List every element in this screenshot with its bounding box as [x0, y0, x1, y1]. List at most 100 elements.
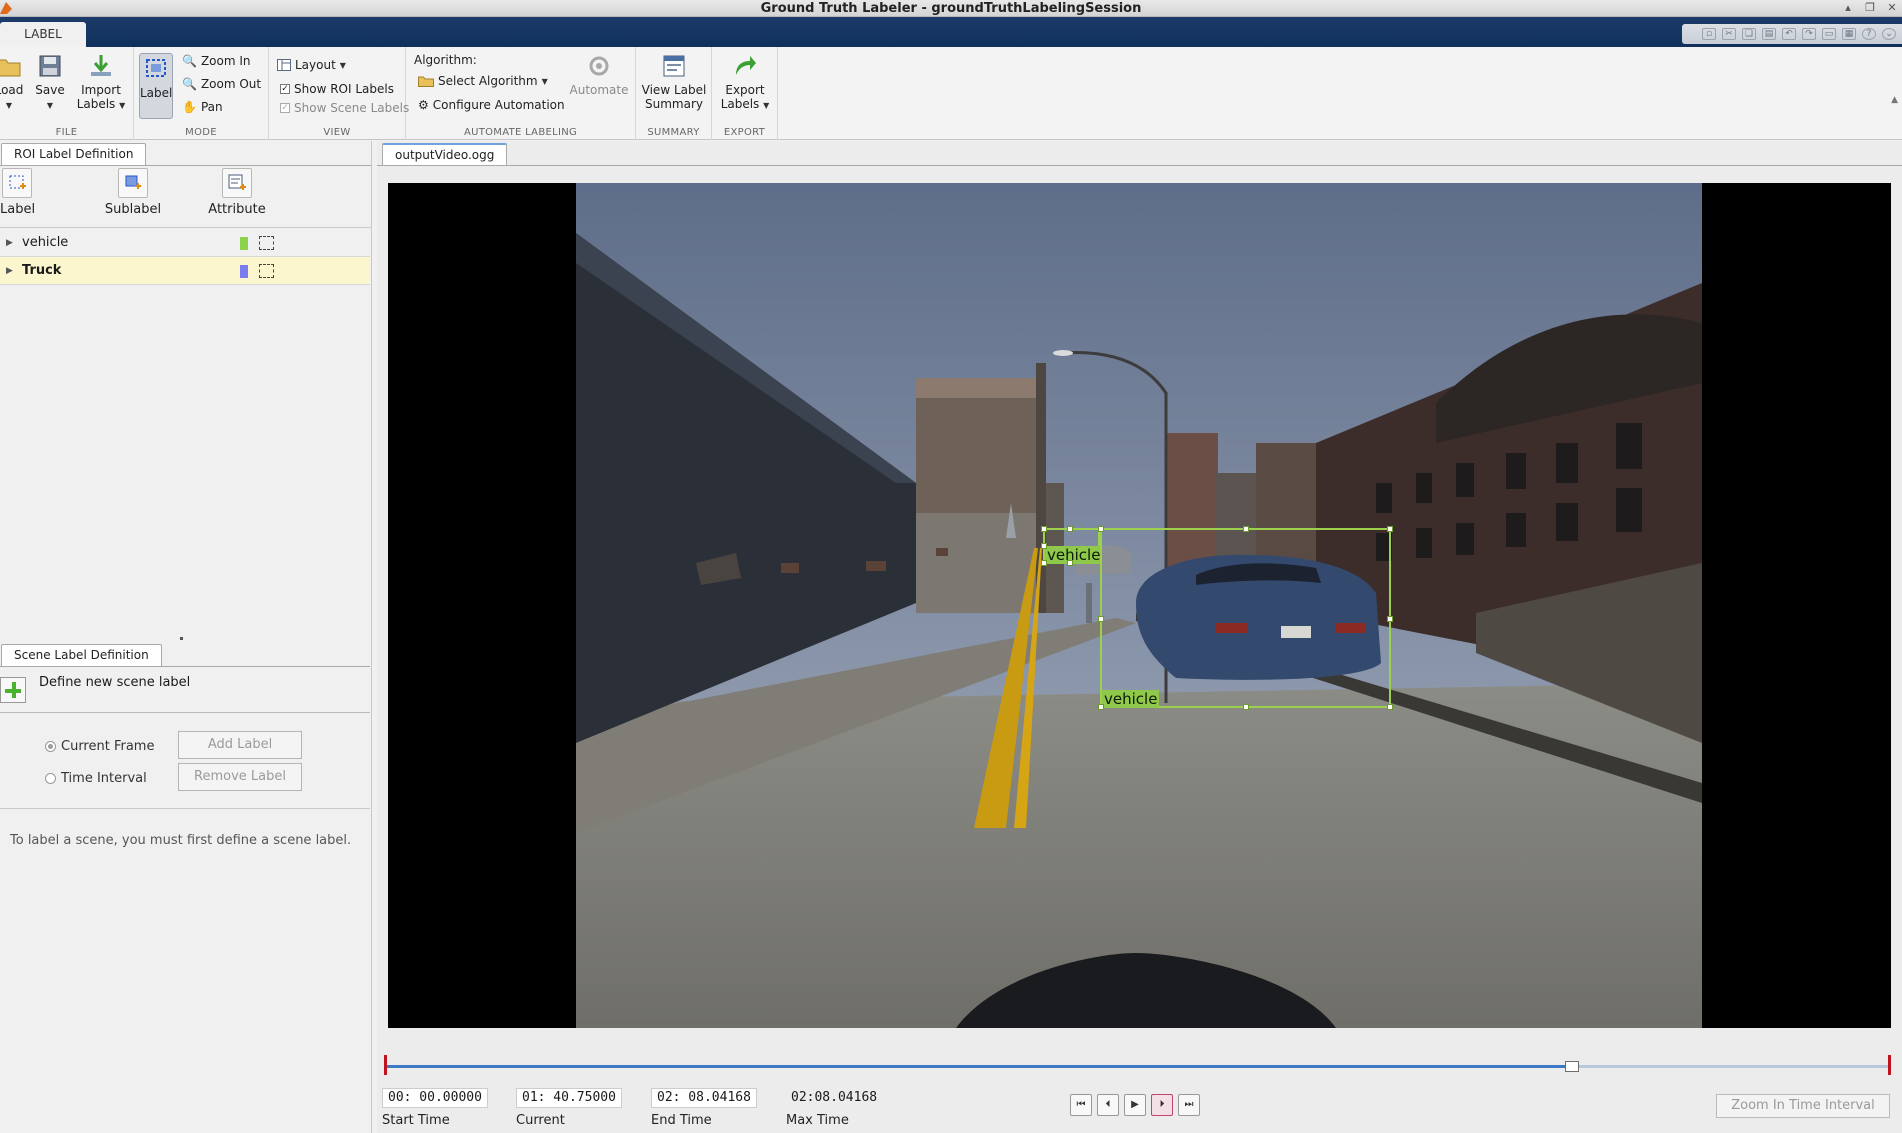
copy-icon[interactable]: ❏ — [1742, 28, 1756, 40]
import-labels-button[interactable]: Import Labels ▼ — [74, 53, 128, 113]
bounding-box-vehicle[interactable]: vehicle — [1098, 526, 1393, 710]
summary-section-title: SUMMARY — [647, 127, 700, 138]
gear-icon: ⚙ — [418, 98, 429, 112]
expand-arrow-icon[interactable]: ▶ — [6, 229, 13, 257]
resize-handle[interactable] — [1098, 526, 1104, 532]
resize-handle[interactable] — [1041, 560, 1047, 566]
restore-icon[interactable]: ❐ — [1860, 0, 1880, 16]
import-arrow-icon — [91, 55, 111, 76]
layout-label: Layout — [295, 58, 336, 72]
select-algorithm-label: Select Algorithm — [438, 74, 538, 88]
time-interval-radio: Time Interval — [45, 771, 147, 786]
last-frame-icon[interactable]: ⏭ — [1178, 1094, 1200, 1116]
export-labels-button[interactable]: Export Labels ▼ — [716, 53, 774, 113]
end-time-caption: End Time — [651, 1113, 712, 1128]
options-icon[interactable]: ⌄ — [1882, 28, 1896, 40]
roi-label-row-vehicle[interactable]: ▶ vehicle — [0, 229, 370, 257]
select-algorithm-button[interactable]: Select Algorithm ▼ — [418, 74, 548, 88]
roi-label-name: Truck — [22, 263, 62, 278]
paste-icon[interactable]: ▤ — [1762, 28, 1776, 40]
define-scene-label-row[interactable]: Define new scene label — [0, 667, 370, 713]
folder-icon — [0, 59, 21, 77]
resize-handle[interactable] — [1387, 616, 1393, 622]
label-mode-button[interactable]: Label — [139, 53, 173, 119]
summary-section: View Label Summary SUMMARY — [636, 47, 712, 140]
undo-icon[interactable]: ↶ — [1782, 28, 1796, 40]
add-label-button[interactable]: Label — [0, 168, 36, 217]
export-labels-line2: Labels — [720, 97, 760, 111]
resize-handle[interactable] — [1067, 526, 1073, 532]
zoom-in-label: Zoom In — [200, 54, 251, 68]
add-attribute-button[interactable]: Attribute — [205, 168, 269, 217]
cut-icon[interactable]: ✂ — [1722, 28, 1736, 40]
first-frame-icon[interactable]: ⏮ — [1070, 1094, 1092, 1116]
add-sublabel-button[interactable]: Sublabel — [101, 168, 165, 217]
load-label: Load — [0, 83, 24, 97]
quick-access-toolbar: ▫ ✂ ❏ ▤ ↶ ↷ ▭ ▦ ? ⌄ — [1682, 24, 1902, 44]
scene-label-definition-tab[interactable]: Scene Label Definition — [1, 644, 162, 666]
video-tab[interactable]: outputVideo.ogg — [382, 143, 508, 165]
resize-handle[interactable] — [1387, 526, 1393, 532]
resize-handle[interactable] — [1098, 616, 1104, 622]
bounding-box-label: vehicle — [1102, 690, 1160, 708]
save-icon[interactable]: ▫ — [1702, 28, 1716, 40]
load-button[interactable]: Load ▼ — [0, 53, 26, 113]
resize-handle[interactable] — [1041, 543, 1047, 549]
add-sublabel-icon — [118, 168, 148, 198]
resize-handle[interactable] — [1067, 560, 1073, 566]
minimize-icon[interactable]: ▴ — [1838, 0, 1858, 16]
label-tool-label: Label — [0, 202, 36, 217]
chevron-down-icon: ▼ — [119, 101, 126, 110]
resize-handle[interactable] — [1243, 526, 1249, 532]
zoom-in-button[interactable]: 🔍 Zoom In — [182, 54, 251, 68]
redo-icon[interactable]: ↷ — [1802, 28, 1816, 40]
timeline-slider[interactable] — [384, 1055, 1891, 1075]
expand-arrow-icon[interactable]: ▶ — [6, 257, 13, 285]
video-frame[interactable]: vehicle vehicle — [388, 183, 1891, 1028]
next-frame-icon[interactable]: ⏵ — [1151, 1094, 1173, 1116]
start-time-input[interactable]: 00: 00.00000 — [382, 1088, 488, 1108]
previous-frame-icon[interactable]: ⏴ — [1097, 1094, 1119, 1116]
roi-label-definition-tab[interactable]: ROI Label Definition — [1, 143, 147, 165]
tab-label[interactable]: LABEL — [0, 22, 86, 47]
end-time-marker[interactable] — [1888, 1055, 1891, 1075]
plus-icon[interactable] — [0, 677, 26, 703]
show-roi-labels-checkbox[interactable]: ✓ Show ROI Labels — [280, 82, 394, 96]
zoom-out-button[interactable]: 🔍 Zoom Out — [182, 77, 261, 91]
view-label-summary-button[interactable]: View Label Summary — [640, 53, 708, 111]
layout-button[interactable]: Layout ▼ — [277, 58, 346, 72]
remove-label-button: Remove Label — [178, 763, 302, 791]
collapse-toolstrip-icon[interactable]: ▲ — [1891, 95, 1898, 105]
bounding-box-small-vehicle[interactable]: vehicle — [1041, 526, 1103, 566]
configure-automation-button[interactable]: ⚙ Configure Automation — [418, 98, 565, 112]
current-time-thumb[interactable] — [1565, 1061, 1580, 1072]
resize-handle[interactable] — [1387, 704, 1393, 710]
end-time-input[interactable]: 02: 08.04168 — [651, 1088, 757, 1108]
show-scene-labels-checkbox: ✓ Show Scene Labels — [280, 101, 409, 115]
roi-label-row-truck[interactable]: ▶ Truck — [0, 257, 370, 285]
close-icon[interactable]: ✕ — [1882, 0, 1902, 16]
current-time-caption: Current — [516, 1113, 565, 1128]
show-roi-labels-label: Show ROI Labels — [294, 82, 394, 96]
play-icon[interactable]: ▶ — [1124, 1094, 1146, 1116]
switch-windows-icon[interactable]: ▭ — [1822, 28, 1836, 40]
video-panel: outputVideo.ogg vehicle vehicle 00: 00.0… — [377, 141, 1902, 1133]
current-time-input[interactable]: 01: 40.75000 — [516, 1088, 622, 1108]
save-button[interactable]: Save ▼ — [34, 53, 66, 113]
layout-icon[interactable]: ▦ — [1842, 28, 1856, 40]
save-label: Save — [35, 83, 65, 97]
import-labels-line1: Import — [81, 83, 121, 97]
resize-handle[interactable] — [1041, 526, 1047, 532]
max-time-caption: Max Time — [786, 1113, 849, 1128]
help-icon[interactable]: ? — [1862, 28, 1876, 40]
window-controls: ▴ ❐ ✕ — [1838, 0, 1902, 16]
roi-label-name: vehicle — [22, 235, 69, 250]
export-section: Export Labels ▼ EXPORT — [712, 47, 778, 140]
resize-handle[interactable] — [1098, 704, 1104, 710]
start-time-marker[interactable] — [384, 1055, 387, 1075]
splitter-grip[interactable] — [180, 637, 183, 640]
scene-divider — [0, 808, 370, 809]
resize-handle[interactable] — [1243, 704, 1249, 710]
view-label-summary-line1: View Label — [641, 83, 707, 97]
pan-button[interactable]: ✋ Pan — [182, 100, 223, 114]
